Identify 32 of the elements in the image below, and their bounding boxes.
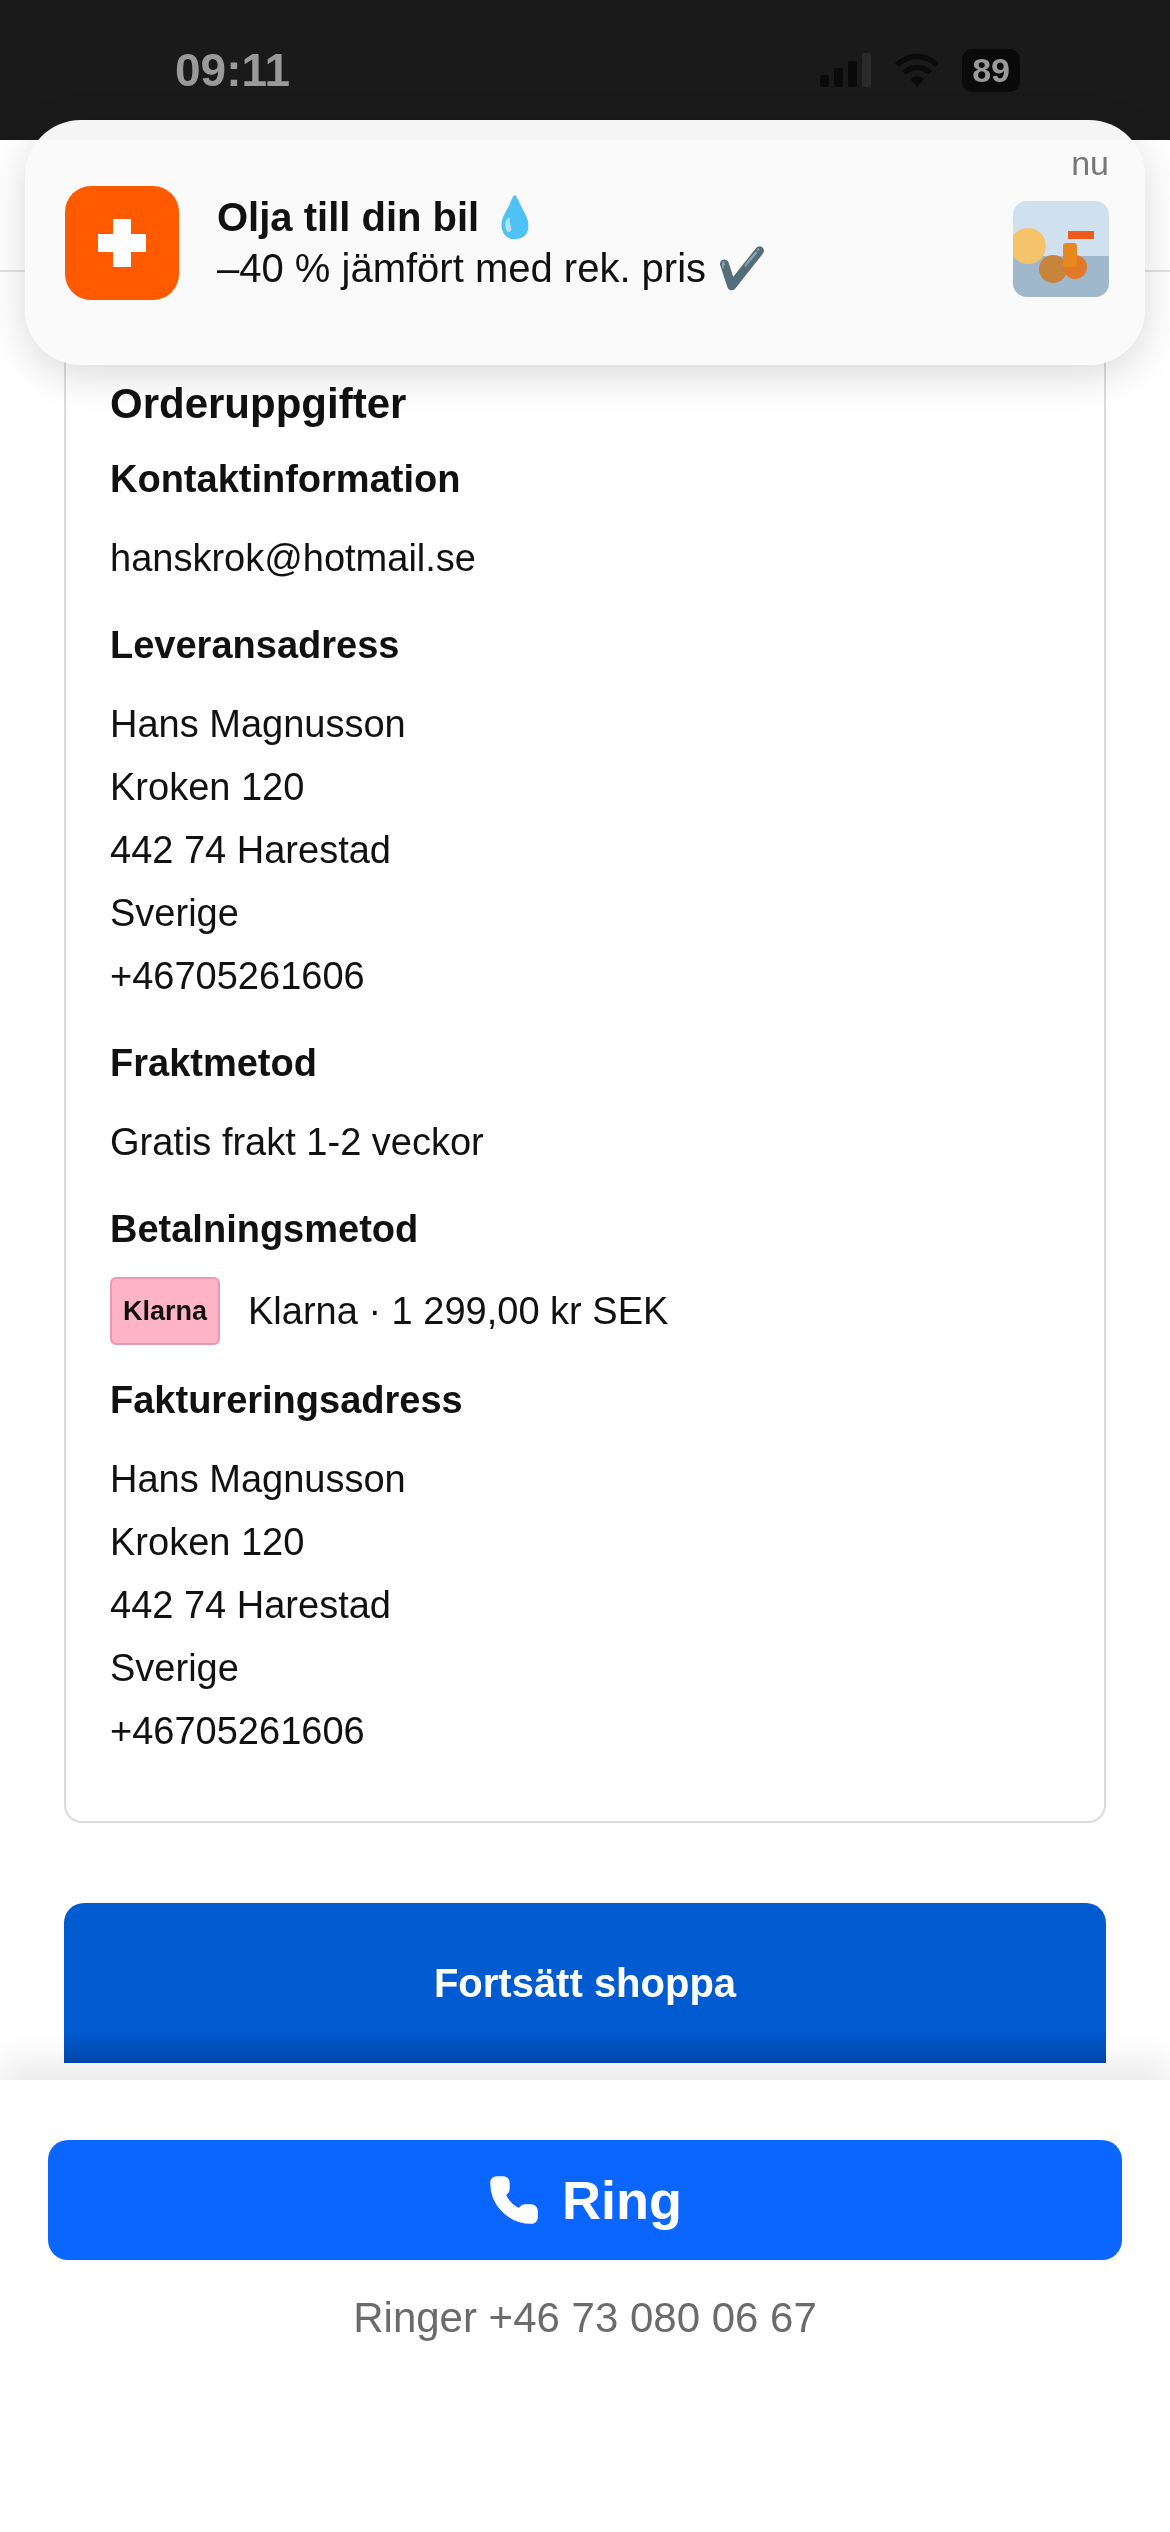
notification-banner[interactable]: Olja till din bil 💧 –40 % jämfört med rek. pris ✔ nu: [25, 120, 1145, 365]
info-line: hanskrok@hotmail.se: [110, 536, 477, 581]
klarna-logo: Klarna: [110, 1277, 220, 1345]
info-line: Gratis frakt 1-2 veckor: [110, 1120, 485, 1165]
notification-body: –40 % jämfört med rek. pris ✔: [217, 244, 769, 292]
section-title: Kontaktinformation: [110, 458, 462, 501]
battery-level: 89: [962, 48, 1020, 92]
info-line: 442 74 Harestad: [110, 1583, 392, 1628]
phone-icon: [488, 2174, 540, 2226]
info-line: 442 74 Harestad: [110, 828, 392, 873]
info-line: Sverige: [110, 891, 240, 936]
section-title: Faktureringsadress: [110, 1379, 464, 1422]
order-heading: Orderuppgifter: [110, 380, 408, 428]
info-line: +46705261606: [110, 1709, 366, 1754]
notification-title: Olja till din bil 💧: [217, 193, 542, 241]
calling-caption: Ringer +46 73 080 06 67: [353, 2294, 817, 2342]
payment-text: Klarna · 1 299,00 kr SEK: [248, 1288, 669, 1334]
info-line: Kroken 120: [110, 765, 306, 810]
info-line: Hans Magnusson: [110, 702, 407, 747]
info-line: +46705261606: [110, 954, 366, 999]
call-button[interactable]: Ring: [48, 2140, 1122, 2260]
section-title: Fraktmetod: [110, 1042, 318, 1085]
status-time: 09:11: [175, 43, 291, 97]
notification-time: nu: [1071, 144, 1109, 183]
info-line: Kroken 120: [110, 1520, 306, 1565]
continue-shopping-button[interactable]: Fortsätt shoppa: [64, 1903, 1106, 2063]
signal-icon: [820, 53, 873, 87]
info-line: Sverige: [110, 1646, 240, 1691]
info-line: Hans Magnusson: [110, 1457, 407, 1502]
section-title: Betalningsmetod: [110, 1208, 420, 1251]
section-title: Leveransadress: [110, 624, 401, 667]
app-icon: [65, 185, 179, 300]
